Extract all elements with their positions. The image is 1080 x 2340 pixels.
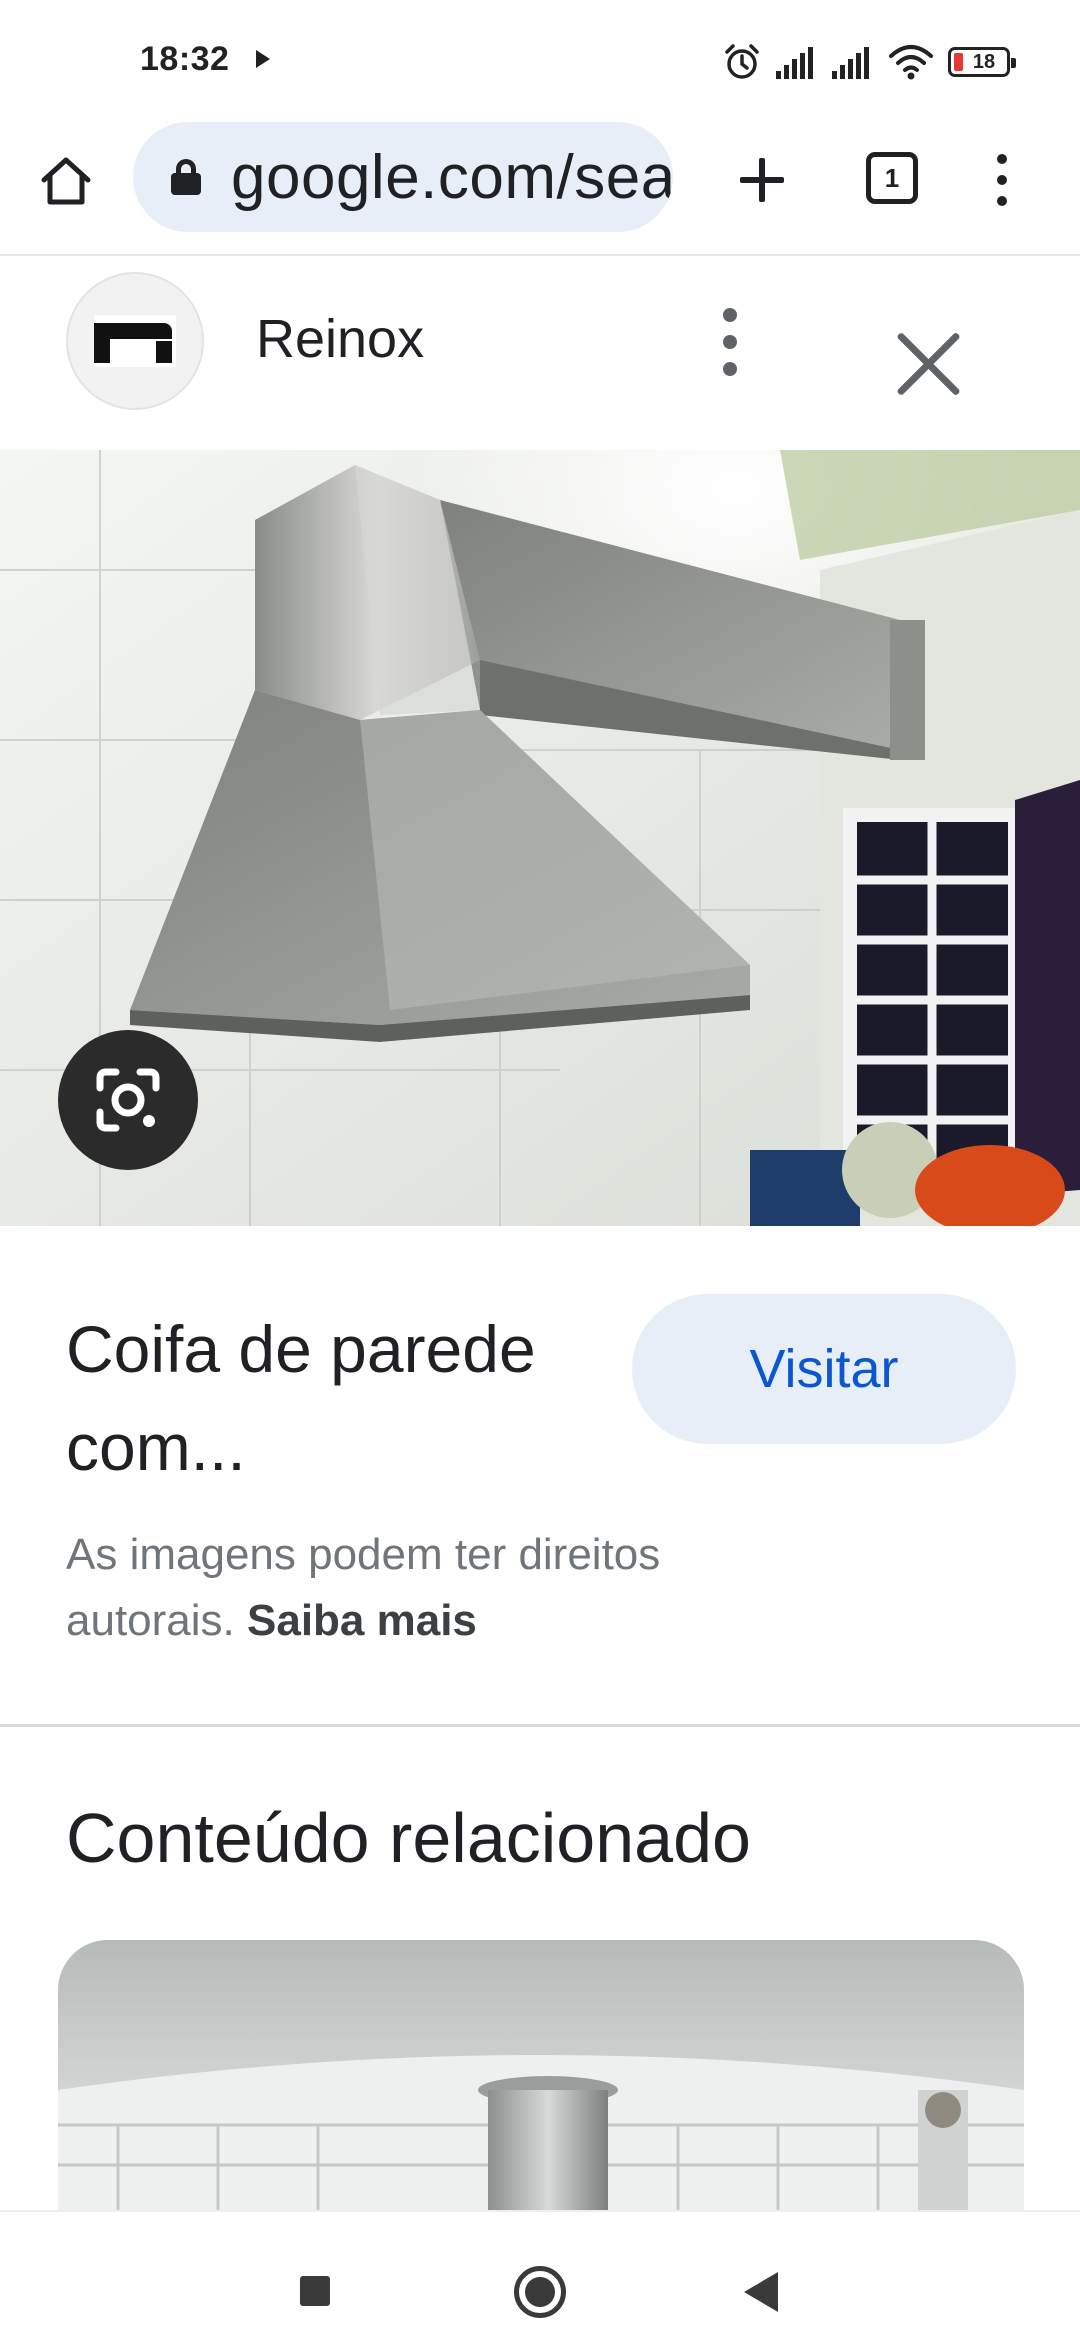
wifi-icon [889, 45, 933, 80]
visit-button[interactable]: Visitar [632, 1294, 1016, 1444]
reinox-logo-icon [94, 315, 176, 367]
system-nav-bar [0, 2210, 1080, 2340]
related-image-card[interactable] [58, 1940, 1024, 2210]
status-icons: 18 [722, 40, 1016, 84]
status-bar: 18:32 18 [0, 0, 1080, 120]
home-nav-icon[interactable] [514, 2266, 566, 2318]
close-icon[interactable] [892, 328, 964, 400]
url-text: google.com/search [231, 142, 673, 212]
alarm-icon [725, 44, 759, 79]
lens-search-button[interactable] [58, 1030, 198, 1170]
copyright-notice: As imagens podem ter direitos autorais. … [66, 1522, 786, 1654]
battery-icon: 18 [948, 47, 1016, 77]
recents-icon[interactable] [300, 2276, 330, 2306]
tab-count: 1 [884, 162, 900, 193]
signal-icon [776, 47, 813, 79]
divider [0, 1724, 1080, 1727]
google-lens-icon [96, 1068, 160, 1132]
battery-level: 18 [972, 50, 996, 73]
new-tab-button[interactable] [730, 148, 794, 212]
more-vert-icon[interactable] [990, 154, 1014, 206]
tabs-button[interactable]: 1 [866, 152, 918, 204]
back-icon[interactable] [744, 2272, 778, 2312]
source-name[interactable]: Reinox [256, 308, 424, 370]
signal-icon [832, 47, 869, 79]
address-bar[interactable]: google.com/search [133, 122, 673, 232]
learn-more-link[interactable]: Saiba mais [247, 1596, 477, 1645]
home-icon [41, 157, 91, 205]
play-icon [256, 50, 270, 68]
result-title: Coifa de parede com... [66, 1312, 536, 1484]
lock-icon [171, 159, 201, 195]
source-favicon[interactable] [66, 272, 204, 410]
source-more-icon[interactable] [718, 308, 742, 376]
status-time: 18:32 [140, 40, 230, 78]
related-heading: Conteúdo relacionado [66, 1799, 751, 1877]
home-button[interactable] [36, 150, 96, 210]
browser-toolbar: google.com/search 1 [0, 120, 1080, 256]
